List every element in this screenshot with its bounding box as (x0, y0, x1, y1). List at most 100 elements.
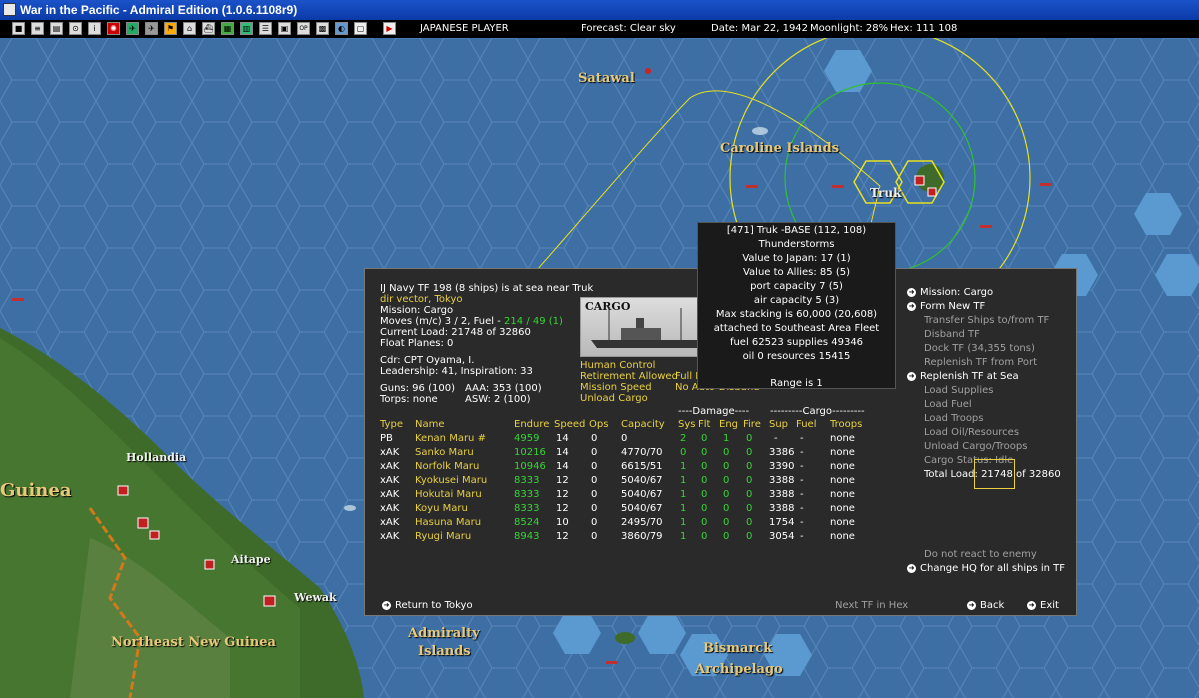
cell-name[interactable]: Kenan Maru # (415, 433, 486, 444)
fighter-icon[interactable]: ✈ (145, 22, 158, 35)
cell-sys: 1 (680, 489, 687, 500)
menu-disband-tf[interactable]: Disband TF (924, 329, 980, 340)
cell-speed: 14 (556, 433, 569, 444)
japan-flag-icon[interactable]: ✺ (107, 22, 120, 35)
menu-transfer-ships[interactable]: Transfer Ships to/from TF (924, 315, 1049, 326)
col-troops: Troops (830, 419, 863, 430)
map-icon-2[interactable]: ◐ (335, 22, 348, 35)
report-icon[interactable]: ▤ (50, 22, 63, 35)
fleet-icon[interactable]: ▥ (240, 22, 253, 35)
tooltip-line: [471] Truk -BASE (112, 108) (726, 225, 867, 236)
menu-load-supplies[interactable]: Load Supplies (924, 385, 993, 396)
flag-icon[interactable]: ⚑ (164, 22, 177, 35)
tooltip-line: Value to Allies: 85 (5) (742, 267, 850, 278)
help-icon[interactable]: ■ (12, 22, 25, 35)
tooltip-line: Value to Japan: 17 (1) (742, 253, 851, 264)
cell-eng: 0 (723, 447, 730, 458)
map-label-admiralty: Admiralty (408, 626, 480, 641)
cell-name[interactable]: Norfolk Maru (415, 461, 479, 472)
map-label-islands: Islands (418, 644, 471, 659)
end-turn-icon[interactable]: ▶ (383, 22, 396, 35)
menu-load-fuel[interactable]: Load Fuel (924, 399, 972, 410)
cell-name[interactable]: Hasuna Maru (415, 517, 481, 528)
map-icon[interactable]: ▩ (316, 22, 329, 35)
col-sup: Sup (769, 419, 789, 430)
cell-name[interactable]: Ryugi Maru (415, 531, 471, 542)
cell-name[interactable]: Hokutai Maru (415, 489, 482, 500)
cell-ops: 0 (591, 433, 598, 444)
menu-dock-tf[interactable]: Dock TF (34,355 tons) (924, 343, 1035, 354)
tf-guns: Guns: 96 (100) (380, 383, 455, 394)
cell-sup: 3054 (769, 531, 795, 542)
menu-change-hq[interactable]: ➜ Change HQ for all ships in TF (907, 563, 1065, 574)
tf-commander[interactable]: Cdr: CPT Oyama, I. (380, 355, 474, 366)
cell-capacity: 5040/67 (621, 489, 663, 500)
cell-sup: 3388 (769, 489, 795, 500)
menu-unload-cargo[interactable]: Unload Cargo/Troops (924, 441, 1027, 452)
option-mission-speed[interactable]: Mission Speed (580, 382, 652, 393)
cell-name[interactable]: Sanko Maru (415, 447, 474, 458)
forecast-label: Forecast: Clear sky (581, 23, 676, 34)
base-icon[interactable]: ⌂ (183, 22, 196, 35)
report-icon-2[interactable]: ▢ (354, 22, 367, 35)
cell-sup: 3388 (769, 475, 795, 486)
menu-form-new-tf[interactable]: ➜ Form New TF (907, 301, 985, 312)
map-label-archipelago: Archipelago (695, 662, 783, 677)
menu-react-enemy[interactable]: Do not react to enemy (924, 549, 1037, 560)
tf-vector[interactable]: dir vector, Tokyo (380, 294, 463, 305)
col-name: Name (415, 419, 445, 430)
cell-eng: 0 (723, 461, 730, 472)
back-button[interactable]: ➜ Back (967, 600, 1004, 611)
menu-load-oil[interactable]: Load Oil/Resources (924, 427, 1019, 438)
aircraft-icon[interactable]: ✈ (126, 22, 139, 35)
ground-icon[interactable]: ☰ (259, 22, 272, 35)
ops-icon[interactable]: ▣ (278, 22, 291, 35)
tf-float-planes: Float Planes: 0 (380, 338, 454, 349)
cell-eng: 0 (723, 531, 730, 542)
return-to-tokyo-button[interactable]: ➜ Return to Tokyo (382, 600, 473, 611)
cell-fire: 0 (746, 461, 753, 472)
supply-icon[interactable]: ▦ (221, 22, 234, 35)
cell-eng: 1 (723, 433, 730, 444)
tf-torps: Torps: none (380, 394, 438, 405)
tf-current-load: Current Load: 21748 of 32860 (380, 327, 531, 338)
list-icon[interactable]: ≡ (31, 22, 44, 35)
ship-icon[interactable]: ⛴ (202, 22, 215, 35)
cell-sup: 3390 (769, 461, 795, 472)
option-unload-cargo[interactable]: Unload Cargo (580, 393, 648, 404)
cell-sys: 1 (680, 517, 687, 528)
cell-name[interactable]: Kyokusei Maru (415, 475, 487, 486)
cell-sys: 1 (680, 531, 687, 542)
table-row[interactable]: xAK Koyu Maru 8333 12 0 5040/67 1 0 0 0 … (365, 503, 1078, 517)
info-icon[interactable]: i (88, 22, 101, 35)
exit-button[interactable]: ➜ Exit (1027, 600, 1059, 611)
menu-mission-cargo[interactable]: ➜ Mission: Cargo (907, 287, 993, 298)
cell-flt: 0 (701, 433, 708, 444)
menu-load-troops[interactable]: Load Troops (924, 413, 984, 424)
player-label: JAPANESE PLAYER (420, 23, 509, 34)
tooltip-line: Thunderstorms (758, 239, 835, 250)
ws-icon[interactable]: OP (297, 22, 310, 35)
moonlight-label: Moonlight: 28% (810, 23, 889, 34)
cell-fire: 0 (746, 447, 753, 458)
cell-capacity: 5040/67 (621, 475, 663, 486)
search-icon[interactable]: ⊙ (69, 22, 82, 35)
col-flt: Flt (698, 419, 711, 430)
cell-name[interactable]: Koyu Maru (415, 503, 468, 514)
cell-ops: 0 (591, 447, 598, 458)
next-tf-button[interactable]: Next TF in Hex (835, 600, 908, 611)
arrow-right-icon: ➜ (907, 287, 916, 297)
table-row[interactable]: xAK Hasuna Maru 8524 10 0 2495/70 1 0 0 … (365, 517, 1078, 531)
option-retirement[interactable]: Retirement Allowed (580, 371, 678, 382)
cell-type: xAK (380, 517, 400, 528)
option-human-control[interactable]: Human Control (580, 360, 655, 371)
menu-replenish-port[interactable]: Replenish TF from Port (924, 357, 1037, 368)
window-titlebar[interactable]: War in the Pacific - Admiral Edition (1.… (0, 0, 1199, 20)
table-row[interactable]: xAK Ryugi Maru 8943 12 0 3860/79 1 0 0 0… (365, 531, 1078, 545)
cell-endure: 8333 (514, 475, 540, 486)
date-label: Date: Mar 22, 1942 (711, 23, 809, 34)
table-row[interactable]: xAK Hokutai Maru 8333 12 0 5040/67 1 0 0… (365, 489, 1078, 503)
cell-speed: 10 (556, 517, 569, 528)
menu-replenish-sea[interactable]: ➜ Replenish TF at Sea (907, 371, 1019, 382)
cell-fire: 0 (746, 503, 753, 514)
